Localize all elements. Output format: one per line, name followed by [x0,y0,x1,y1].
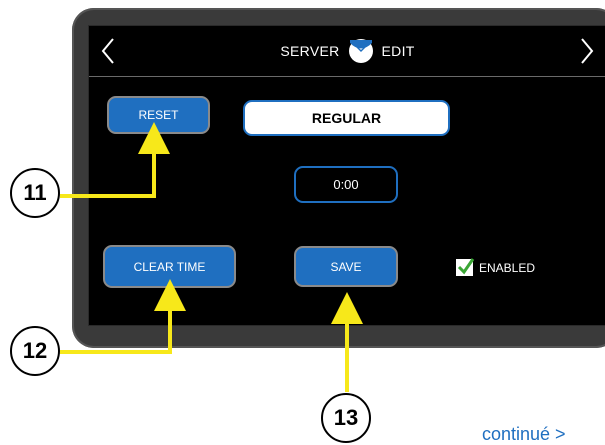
save-button[interactable]: SAVE [294,246,398,287]
enabled-toggle[interactable]: ENABLED [456,258,536,276]
screen-title: SERVER EDIT [89,26,605,76]
time-field[interactable]: 0:00 [294,166,398,203]
reset-button[interactable]: RESET [107,96,210,134]
screen-header: SERVER EDIT [89,26,605,76]
callout-number-reset: 11 [10,168,60,218]
clear-time-button[interactable]: CLEAR TIME [103,245,236,288]
brand-logo-icon [348,38,374,64]
chevron-right-icon[interactable] [578,36,596,66]
checkmark-icon [457,258,475,275]
header-divider [89,76,605,77]
enabled-checkbox[interactable] [456,258,475,276]
continue-link[interactable]: continué > [482,424,566,445]
enabled-label: ENABLED [479,260,536,275]
title-server: SERVER [280,43,340,59]
title-edit: EDIT [381,43,415,59]
manual-figure: SERVER EDIT RESET REGULAR 0:00 CLEAR TIM… [0,0,605,445]
mode-selector[interactable]: REGULAR [243,100,450,136]
device-screen: SERVER EDIT RESET REGULAR 0:00 CLEAR TIM… [88,25,605,326]
callout-number-save: 13 [321,393,371,443]
callout-number-clear-time: 12 [10,326,60,376]
